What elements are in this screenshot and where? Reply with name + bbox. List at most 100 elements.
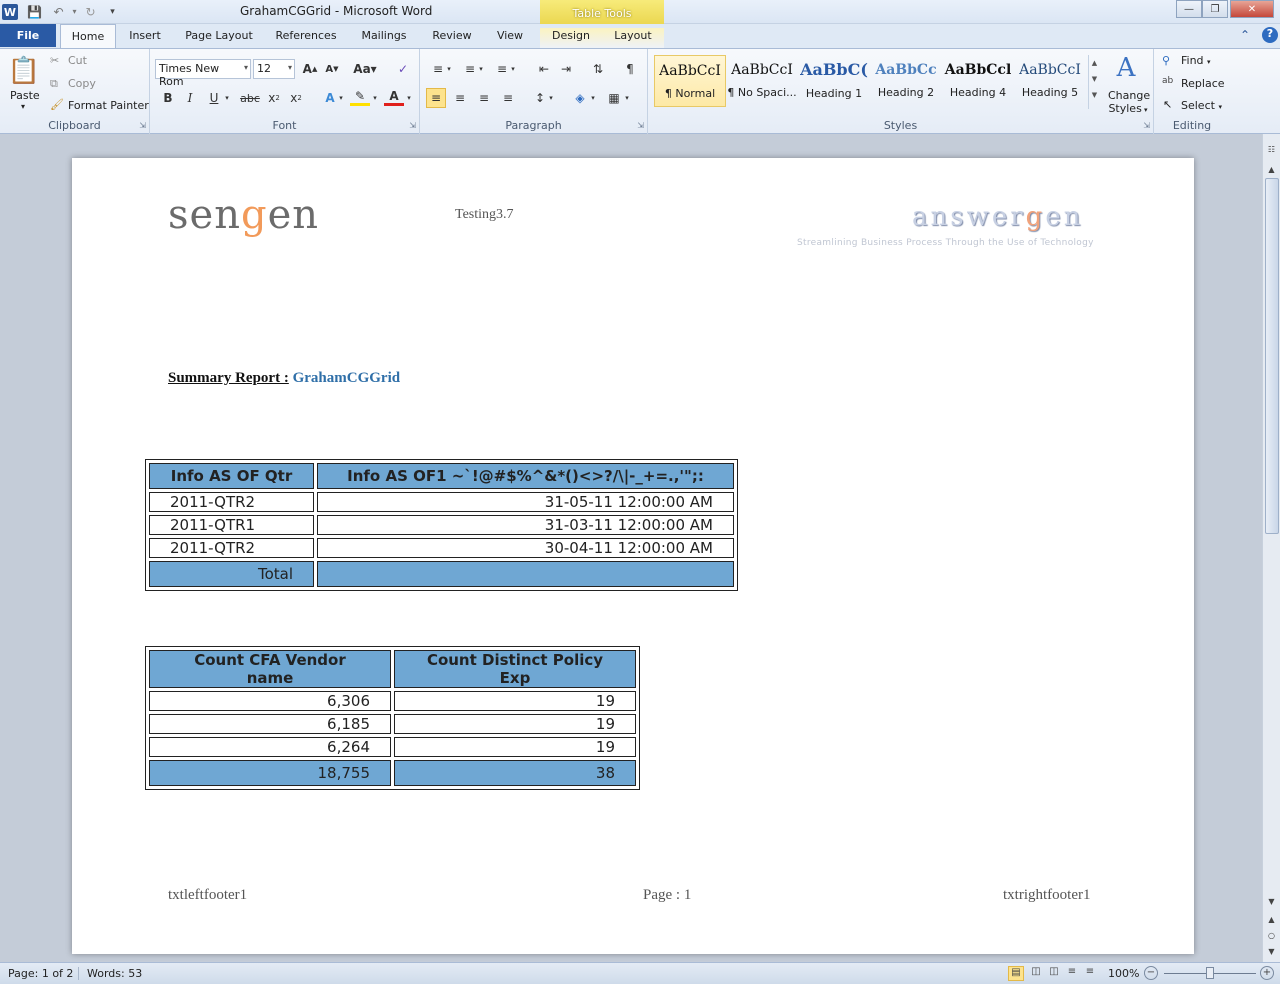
align-center-icon[interactable]: ≡ [450, 88, 470, 108]
numbering-dropdown-icon[interactable]: ▾ [476, 59, 486, 79]
table-cell[interactable]: 6,185 [149, 714, 391, 734]
minimize-button[interactable]: — [1176, 0, 1202, 18]
underline-icon[interactable]: U [204, 88, 224, 108]
grow-font-icon[interactable]: A ▲ [300, 59, 320, 79]
shrink-font-icon[interactable]: A ▼ [322, 59, 342, 79]
copy-button[interactable]: Copy [68, 77, 96, 90]
subscript-icon[interactable]: x2 [264, 88, 284, 108]
font-name-combo[interactable]: Times New Rom ▾ [155, 59, 251, 88]
tab-layout[interactable]: Layout [602, 28, 664, 48]
document-area[interactable]: sengen Testing3.7 answergen Streamlining… [0, 134, 1262, 962]
redo-icon[interactable]: ↻ [82, 3, 99, 20]
table-cell[interactable]: 19 [394, 691, 636, 711]
text-effects-dropdown-icon[interactable]: ▾ [336, 88, 346, 108]
table-total-cell[interactable] [317, 561, 734, 587]
change-styles-icon[interactable]: A [1110, 53, 1142, 83]
style-heading-4[interactable]: AaBbCcl Heading 4 [942, 55, 1014, 107]
tab-review[interactable]: Review [426, 24, 478, 48]
table-cell[interactable]: 19 [394, 714, 636, 734]
paste-dropdown-icon[interactable]: ▾ [21, 102, 25, 111]
borders-icon[interactable]: ▦ [604, 88, 624, 108]
font-size-combo[interactable]: 12 ▾ [253, 59, 295, 79]
restore-button[interactable]: ❐ [1202, 0, 1228, 18]
superscript-icon[interactable]: x2 [286, 88, 306, 108]
undo-dropdown-icon[interactable]: ▾ [66, 3, 83, 20]
table-cell[interactable]: 2011-QTR1 [149, 515, 314, 535]
table-cell[interactable]: 30-04-11 12:00:00 AM [317, 538, 734, 558]
table-header-cell[interactable]: Info AS OF1 ~`!@#$%^&*()<>?/\|-_+=.,'";: [317, 463, 734, 489]
table-cell[interactable]: 6,264 [149, 737, 391, 757]
table-cell[interactable]: 2011-QTR2 [149, 492, 314, 512]
clear-formatting-icon[interactable]: ✓ [393, 59, 413, 79]
paste-icon[interactable]: 📋 [8, 55, 40, 87]
tab-file[interactable]: File [0, 24, 56, 47]
increase-indent-icon[interactable]: ⇥ [556, 59, 576, 79]
table-cell[interactable]: 19 [394, 737, 636, 757]
select-button[interactable]: Select ▾ [1181, 99, 1222, 112]
styles-scroll-icon[interactable]: ▲ ▼ ▼ [1088, 55, 1100, 109]
previous-page-icon[interactable]: ▲ [1264, 912, 1279, 927]
font-color-dropdown-icon[interactable]: ▾ [404, 88, 414, 108]
close-button[interactable]: ✕ [1230, 0, 1274, 18]
document-page[interactable]: sengen Testing3.7 answergen Streamlining… [72, 158, 1194, 954]
decrease-indent-icon[interactable]: ⇤ [534, 59, 554, 79]
vertical-scrollbar[interactable]: ☷ ▲ ▼ ▲ ○ ▼ [1262, 134, 1280, 962]
underline-dropdown-icon[interactable]: ▾ [222, 88, 232, 108]
print-layout-view-icon[interactable]: ▤ [1008, 966, 1024, 981]
shading-icon[interactable]: ◈ [570, 88, 590, 108]
table-total-cell[interactable]: Total [149, 561, 314, 587]
table-header-cell[interactable]: Count Distinct Policy Exp [394, 650, 636, 688]
next-page-icon[interactable]: ▼ [1264, 944, 1279, 959]
highlight-dropdown-icon[interactable]: ▾ [370, 88, 380, 108]
highlight-icon[interactable]: ✎ [350, 88, 370, 106]
table-cell[interactable]: 31-05-11 12:00:00 AM [317, 492, 734, 512]
format-painter-button[interactable]: Format Painter [68, 99, 149, 112]
font-launcher-icon[interactable]: ⇲ [409, 121, 416, 130]
bold-icon[interactable]: B [158, 88, 178, 108]
tab-insert[interactable]: Insert [122, 24, 168, 48]
table-total-cell[interactable]: 38 [394, 760, 636, 786]
change-styles-button[interactable]: Change Styles ▾ [1108, 89, 1150, 117]
scroll-up-icon[interactable]: ▲ [1264, 162, 1279, 177]
web-layout-icon[interactable]: ◫ [1046, 966, 1062, 981]
zoom-slider-thumb[interactable] [1206, 967, 1214, 979]
style-heading-2[interactable]: AaBbCc Heading 2 [870, 55, 942, 107]
shading-dropdown-icon[interactable]: ▾ [588, 88, 598, 108]
report-table-1[interactable]: Info AS OF Qtr Info AS OF1 ~`!@#$%^&*()<… [145, 459, 738, 591]
zoom-out-icon[interactable]: − [1144, 966, 1158, 980]
show-formatting-marks-icon[interactable]: ¶ [620, 59, 640, 79]
style-heading-1[interactable]: AaBbC( Heading 1 [798, 55, 870, 107]
save-icon[interactable]: 💾 [26, 3, 43, 20]
borders-dropdown-icon[interactable]: ▾ [622, 88, 632, 108]
italic-icon[interactable]: I [180, 88, 200, 108]
draft-view-icon[interactable]: ≡ [1082, 966, 1098, 981]
style-normal[interactable]: AaBbCcI ¶ Normal [654, 55, 726, 107]
tab-view[interactable]: View [488, 24, 532, 48]
style-heading-5[interactable]: AaBbCcI Heading 5 [1014, 55, 1086, 107]
tab-design[interactable]: Design [540, 28, 602, 48]
cut-button[interactable]: Cut [68, 54, 87, 67]
tab-home[interactable]: Home [60, 24, 116, 49]
zoom-in-icon[interactable]: + [1260, 966, 1274, 980]
table-cell[interactable]: 2011-QTR2 [149, 538, 314, 558]
paste-button[interactable]: Paste [10, 89, 40, 102]
help-icon[interactable]: ? [1262, 27, 1278, 43]
strikethrough-icon[interactable]: abc [238, 88, 262, 108]
page-count-status[interactable]: Page: 1 of 2 [8, 967, 73, 980]
replace-button[interactable]: Replace [1181, 77, 1225, 90]
find-button[interactable]: Find ▾ [1181, 54, 1211, 67]
report-table-2[interactable]: Count CFA Vendor name Count Distinct Pol… [145, 646, 640, 790]
tab-references[interactable]: References [270, 24, 342, 48]
paragraph-launcher-icon[interactable]: ⇲ [637, 121, 644, 130]
table-cell[interactable]: 6,306 [149, 691, 391, 711]
sort-icon[interactable]: ⇅ [588, 59, 608, 79]
multilevel-dropdown-icon[interactable]: ▾ [508, 59, 518, 79]
scrollbar-thumb[interactable] [1265, 178, 1279, 534]
minimize-ribbon-icon[interactable]: ⌃ [1240, 28, 1250, 42]
full-screen-reading-icon[interactable]: ◫ [1028, 966, 1044, 981]
change-case-icon[interactable]: Aa▾ [352, 59, 378, 79]
word-app-icon[interactable]: W [2, 4, 18, 20]
word-count-status[interactable]: Words: 53 [78, 967, 142, 980]
font-color-icon[interactable]: A [384, 88, 404, 106]
view-ruler-icon[interactable]: ☷ [1264, 142, 1279, 157]
